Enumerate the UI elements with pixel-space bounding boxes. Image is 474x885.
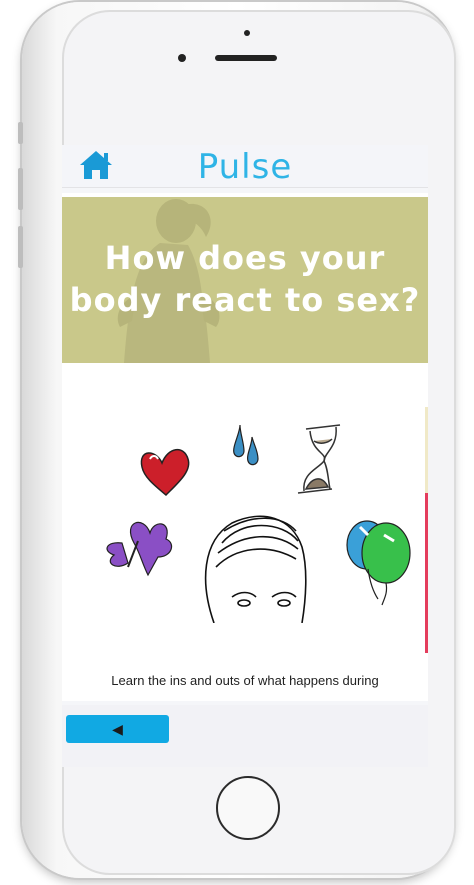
front-camera (178, 54, 186, 62)
side-button-volume-up (18, 168, 23, 210)
heart-icon (140, 449, 190, 497)
hourglass-icon (297, 424, 341, 494)
next-card-edge-accent (425, 493, 428, 653)
article-caption: Learn the ins and outs of what happens d… (111, 673, 379, 688)
side-button-mute (18, 122, 23, 144)
app-header: Pulse (62, 145, 428, 188)
side-button-volume-down (18, 226, 23, 268)
content-card[interactable]: How does your body react to sex? Learn t… (62, 193, 428, 701)
butterfly-icon (106, 521, 173, 577)
phone-home-button (216, 776, 280, 840)
banner-title-line1: How does your (104, 239, 386, 277)
back-button[interactable]: ◀ (66, 715, 169, 743)
app-title: Pulse (197, 147, 293, 187)
balloons-icon (346, 520, 411, 606)
banner-title-line2: body react to sex? (69, 281, 421, 319)
front-sensor (244, 30, 250, 36)
bottom-bar: ◀ (62, 705, 428, 767)
banner-title: How does your body react to sex? (62, 237, 428, 321)
earpiece-speaker (215, 55, 277, 61)
article-banner[interactable]: How does your body react to sex? (62, 197, 428, 363)
body-reaction-illustration (106, 424, 411, 623)
face-sketch-icon (204, 515, 307, 623)
app-screen: Pulse How does your body react to sex? L… (62, 145, 428, 767)
water-drops-icon (233, 424, 259, 466)
